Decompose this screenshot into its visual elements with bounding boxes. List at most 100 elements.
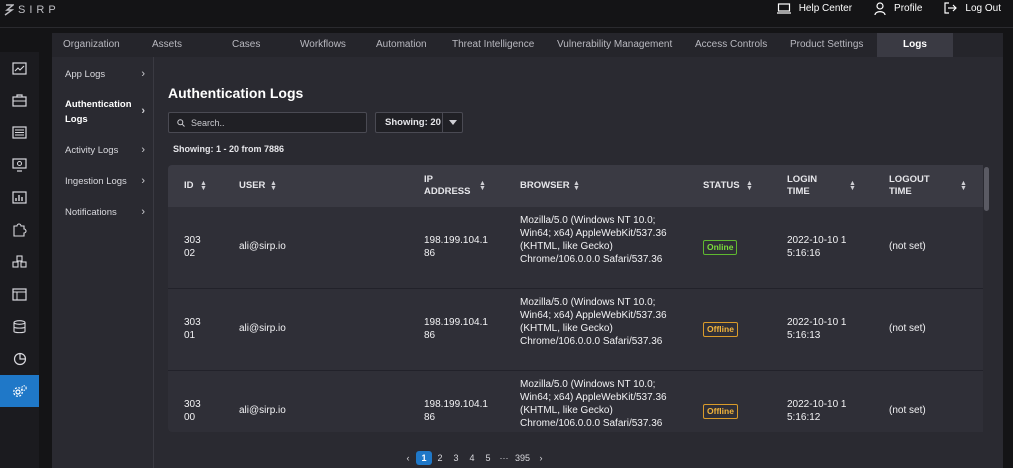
sidebar-modules[interactable]	[0, 246, 39, 278]
sort-icon: ▲ ▼	[960, 180, 967, 192]
page-3-button[interactable]: 3	[448, 451, 464, 465]
sidebar-data[interactable]	[0, 310, 39, 342]
cell-ip: 198.199.104.186	[424, 317, 488, 341]
column-header-user[interactable]: USER ▲ ▼	[239, 165, 277, 207]
tab-vulnerability-management[interactable]: Vulnerability Management	[557, 33, 695, 57]
cell-logout-time: (not set)	[889, 241, 926, 252]
log-out-button[interactable]: Log Out	[944, 2, 1001, 14]
tab-automation[interactable]: Automation	[376, 33, 452, 57]
column-header-login-time[interactable]: LOGIN TIME ▲ ▼	[787, 165, 856, 207]
cell-user: ali@sirp.io	[239, 241, 286, 252]
profile-label: Profile	[894, 2, 923, 14]
sort-icon: ▲ ▼	[270, 180, 277, 192]
next-page-button[interactable]: ›	[533, 451, 549, 465]
log-out-icon	[944, 2, 958, 14]
chevron-right-icon: ›	[141, 144, 145, 156]
subnav-ingestion-logs[interactable]: Ingestion Logs ›	[65, 174, 145, 189]
subnav-authentication-logs[interactable]: Authentication Logs ›	[65, 97, 145, 127]
database-icon	[13, 319, 26, 333]
subnav-notifications[interactable]: Notifications ›	[65, 205, 145, 220]
subnav-activity-logs-label: Activity Logs	[65, 145, 119, 156]
tab-workflows[interactable]: Workflows	[300, 33, 376, 57]
subnav-activity-logs[interactable]: Activity Logs ›	[65, 143, 145, 158]
cell-browser: Mozilla/5.0 (Windows NT 10.0; Win64; x64…	[520, 215, 667, 265]
cell-login-time: 2022-10-10 15:16:12	[787, 399, 847, 423]
page-1-button[interactable]: 1	[416, 451, 432, 465]
cell-browser: Mozilla/5.0 (Windows NT 10.0; Win64; x64…	[520, 297, 667, 347]
tab-cases[interactable]: Cases	[232, 33, 300, 57]
column-header-id[interactable]: ID ▲ ▼	[184, 165, 207, 207]
auth-logs-table: ID ▲ ▼ USER ▲ ▼ IP ADDRESS ▲ ▼ BROWSER ▲ ▼ S…	[168, 165, 990, 432]
last-page-button[interactable]: 395	[512, 451, 533, 465]
sidebar-monitor[interactable]	[0, 149, 39, 181]
tab-access-controls[interactable]: Access Controls	[695, 33, 790, 57]
status-badge: Offline	[703, 322, 738, 337]
user-icon	[874, 1, 886, 15]
page-size-select[interactable]: Showing: 20	[375, 112, 463, 133]
table-header: ID ▲ ▼ USER ▲ ▼ IP ADDRESS ▲ ▼ BROWSER ▲ ▼ S…	[168, 165, 990, 207]
tab-threat-intelligence[interactable]: Threat Intelligence	[452, 33, 557, 57]
sidebar-list[interactable]	[0, 117, 39, 149]
column-header-logout-time[interactable]: LOGOUT TIME ▲ ▼	[889, 165, 967, 207]
table-row[interactable]: 30300 ali@sirp.io 198.199.104.186 Mozill…	[168, 371, 983, 432]
pie-chart-icon	[13, 352, 26, 365]
monitor-alert-icon	[12, 158, 27, 172]
caret-down-icon[interactable]	[443, 120, 462, 125]
search-box[interactable]	[168, 112, 367, 133]
pagination-ellipsis[interactable]: ···	[496, 451, 512, 465]
sort-icon: ▲ ▼	[849, 180, 856, 192]
logo-text: SIRP	[18, 4, 60, 16]
sidebar-dashboard[interactable]	[0, 52, 39, 84]
column-header-login-time-label: LOGIN TIME	[787, 174, 818, 197]
sidebar-stats[interactable]	[0, 343, 39, 375]
cell-browser: Mozilla/5.0 (Windows NT 10.0; Win64; x64…	[520, 379, 667, 429]
page-5-button[interactable]: 5	[480, 451, 496, 465]
status-badge: Offline	[703, 404, 738, 419]
main-content: Authentication Logs Showing: 20 Showing:…	[155, 57, 1003, 468]
cell-user: ali@sirp.io	[239, 323, 286, 334]
page-2-button[interactable]: 2	[432, 451, 448, 465]
chevron-right-icon: ›	[141, 105, 145, 117]
column-header-status[interactable]: STATUS ▲ ▼	[703, 165, 753, 207]
scrollbar-thumb[interactable]	[984, 167, 989, 211]
tab-logs[interactable]: Logs	[877, 33, 953, 57]
sidebar-analytics[interactable]	[0, 278, 39, 310]
cell-id: 30301	[184, 317, 201, 341]
tab-organization[interactable]: Organization	[52, 33, 152, 57]
subnav-notifications-label: Notifications	[65, 207, 117, 218]
table-scrollbar[interactable]	[983, 165, 990, 432]
cell-login-time: 2022-10-10 15:16:16	[787, 235, 847, 259]
cell-ip: 198.199.104.186	[424, 235, 488, 259]
tab-assets[interactable]: Assets	[152, 33, 232, 57]
status-badge: Online	[703, 240, 738, 255]
dashboard-icon	[12, 62, 27, 75]
sort-icon: ▲ ▼	[200, 180, 207, 192]
sirp-logo[interactable]: SIRP	[4, 3, 60, 17]
tab-product-settings[interactable]: Product Settings	[790, 33, 877, 57]
chevron-right-icon: ›	[141, 206, 145, 218]
chevron-right-icon: ›	[141, 68, 145, 80]
column-header-ip-address-label: IP ADDRESS	[424, 174, 471, 197]
subnav-app-logs[interactable]: App Logs ›	[65, 67, 145, 82]
sidebar-cases[interactable]	[0, 84, 39, 116]
sidebar-settings[interactable]	[0, 374, 39, 408]
sort-icon: ▲ ▼	[479, 180, 486, 192]
sidebar-reports[interactable]	[0, 181, 39, 213]
sidebar-integrations[interactable]	[0, 213, 39, 245]
table-row[interactable]: 30301 ali@sirp.io 198.199.104.186 Mozill…	[168, 289, 983, 371]
profile-button[interactable]: Profile	[874, 1, 923, 15]
help-center-button[interactable]: Help Center	[776, 3, 852, 14]
prev-page-button[interactable]: ‹	[400, 451, 416, 465]
search-input[interactable]	[191, 117, 361, 128]
chevron-right-icon: ›	[141, 175, 145, 187]
sort-icon: ▲ ▼	[746, 180, 753, 192]
page-4-button[interactable]: 4	[464, 451, 480, 465]
column-header-browser[interactable]: BROWSER ▲ ▼	[520, 165, 580, 207]
table-row[interactable]: 30302 ali@sirp.io 198.199.104.186 Mozill…	[168, 207, 983, 289]
column-header-ip-address[interactable]: IP ADDRESS ▲ ▼	[424, 165, 486, 207]
bar-chart-icon	[12, 191, 27, 204]
search-icon	[177, 118, 185, 127]
briefcase-icon	[12, 94, 27, 107]
column-header-id-label: ID	[184, 180, 194, 191]
column-header-user-label: USER	[239, 180, 266, 191]
